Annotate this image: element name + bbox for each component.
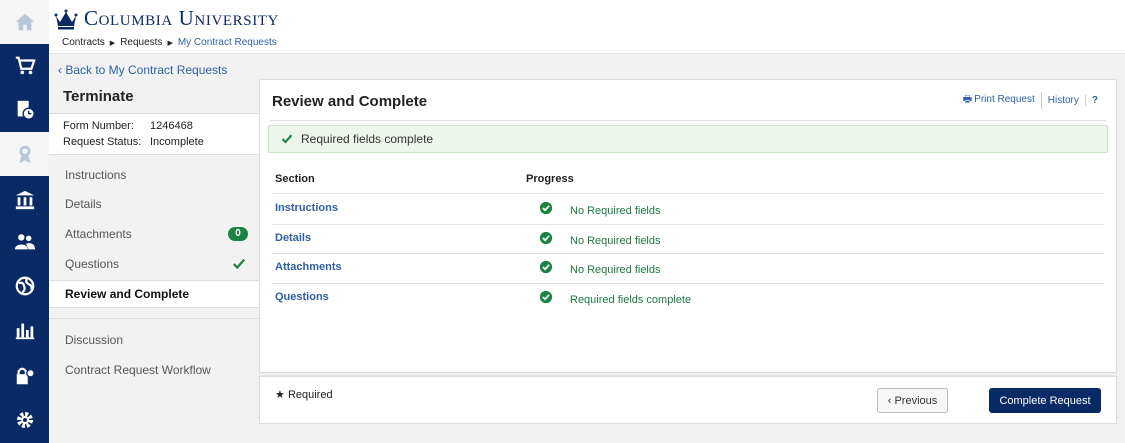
column-header-section: Section (275, 173, 315, 185)
nav-item-discussion[interactable]: Discussion (49, 326, 260, 354)
check-circle-icon (539, 260, 553, 273)
nav-item-label: Review and Complete (65, 287, 190, 301)
status-value: Incomplete (150, 136, 204, 148)
required-legend: ★ Required (275, 388, 333, 401)
progress-text: No Required fields (570, 264, 661, 276)
back-link[interactable]: ‹ Back to My Contract Requests (58, 63, 227, 77)
table-row: Details No Required fields (272, 224, 1104, 254)
status-row: Request Status: Incomplete (63, 136, 204, 148)
previous-button[interactable]: ‹ Previous (877, 388, 948, 413)
nav-item-questions[interactable]: Questions (49, 250, 260, 278)
breadcrumb-requests[interactable]: Requests (120, 37, 162, 48)
crown-icon (54, 9, 78, 29)
status-label: Request Status: (63, 136, 142, 148)
form-number-row: Form Number: 1246468 (63, 120, 193, 132)
global-button[interactable] (0, 264, 49, 308)
table-row: Instructions No Required fields (272, 194, 1104, 224)
card-actions: 🖶 Print Request History ? (957, 92, 1104, 109)
nav-item-label: Attachments (65, 227, 132, 241)
documents-button[interactable] (0, 88, 49, 132)
required-star-icon: ★ (275, 389, 285, 401)
bank-icon (15, 190, 34, 210)
admin-button[interactable] (0, 354, 49, 398)
gear-icon (16, 411, 33, 429)
progress-cell: Required fields complete (539, 290, 692, 306)
review-card: Review and Complete 🖶 Print Request Histo… (259, 79, 1117, 373)
progress-text: No Required fields (570, 235, 661, 247)
people-button[interactable] (0, 220, 49, 264)
home-icon (15, 13, 34, 31)
breadcrumb: Contracts ▶ Requests ▶ My Contract Reque… (62, 37, 277, 48)
section-link-instructions[interactable]: Instructions (275, 202, 338, 214)
print-request-link[interactable]: 🖶 Print Request (957, 92, 1042, 109)
settings-button[interactable] (0, 398, 49, 442)
nav-item-label: Details (65, 197, 102, 211)
globe-icon (15, 276, 34, 296)
table-row: Attachments No Required fields (272, 253, 1104, 283)
nav-item-workflow[interactable]: Contract Request Workflow (49, 356, 260, 384)
check-circle-icon (539, 290, 553, 303)
nav-item-label: Contract Request Workflow (65, 363, 211, 377)
checkmark-icon (281, 134, 293, 144)
attachments-count-badge: 0 (228, 227, 248, 241)
ribbon-icon (19, 145, 30, 164)
top-header: Columbia University Contracts ▶ Requests… (49, 0, 1125, 54)
checkmark-icon (232, 258, 246, 270)
column-header-progress: Progress (526, 173, 574, 185)
table-row: Questions Required fields complete (272, 283, 1104, 313)
title-divider (270, 120, 1106, 121)
check-circle-icon (539, 231, 553, 244)
history-link[interactable]: History (1042, 95, 1086, 106)
brand-name: Columbia University (84, 6, 279, 30)
home-button[interactable] (0, 0, 49, 44)
document-clock-icon (17, 100, 35, 120)
institution-button[interactable] (0, 178, 49, 222)
check-circle-icon (539, 201, 553, 214)
request-type-title: Terminate (63, 88, 134, 105)
reports-button[interactable] (0, 308, 49, 352)
breadcrumb-my-contract-requests[interactable]: My Contract Requests (178, 37, 277, 48)
breadcrumb-separator-icon: ▶ (167, 39, 173, 47)
bar-chart-icon (15, 323, 34, 340)
icon-rail (0, 0, 49, 443)
progress-text: Required fields complete (570, 294, 692, 306)
required-legend-text: Required (287, 389, 333, 401)
nav-divider (49, 318, 260, 319)
cart-button[interactable] (0, 44, 49, 88)
print-request-label: Print Request (974, 94, 1035, 105)
complete-request-button[interactable]: Complete Request (989, 388, 1101, 413)
progress-cell: No Required fields (539, 201, 661, 217)
breadcrumb-separator-icon: ▶ (109, 39, 116, 47)
success-alert: Required fields complete (268, 125, 1108, 153)
nav-item-review-and-complete[interactable]: Review and Complete (49, 280, 260, 308)
form-number-label: Form Number: (63, 120, 134, 132)
breadcrumb-contracts[interactable]: Contracts (62, 37, 105, 48)
nav-item-details[interactable]: Details (49, 190, 260, 218)
nav-item-attachments[interactable]: Attachments 0 (49, 220, 260, 248)
page-title: Review and Complete (272, 93, 428, 110)
progress-text: No Required fields (570, 205, 661, 217)
university-logo[interactable]: Columbia University (54, 6, 279, 31)
form-number-value: 1246468 (150, 120, 193, 132)
awards-button[interactable] (0, 132, 49, 176)
section-link-details[interactable]: Details (275, 232, 311, 244)
nav-item-label: Instructions (65, 168, 127, 182)
progress-cell: No Required fields (539, 231, 661, 247)
section-link-questions[interactable]: Questions (275, 291, 329, 303)
progress-cell: No Required fields (539, 260, 661, 276)
request-info: Form Number: 1246468 Request Status: Incom… (49, 113, 260, 155)
section-link-attachments[interactable]: Attachments (275, 261, 342, 273)
help-link[interactable]: ? (1086, 95, 1104, 106)
nav-item-label: Questions (65, 257, 120, 271)
cart-icon (15, 56, 36, 75)
lock-gear-icon (16, 367, 35, 385)
people-icon (14, 234, 35, 250)
alert-text: Required fields complete (301, 132, 434, 146)
action-footer: ★ Required ‹ Previous Complete Request (259, 376, 1117, 424)
nav-item-instructions[interactable]: Instructions (49, 161, 260, 189)
nav-item-label: Discussion (65, 333, 124, 347)
printer-icon: 🖶 (962, 94, 973, 105)
